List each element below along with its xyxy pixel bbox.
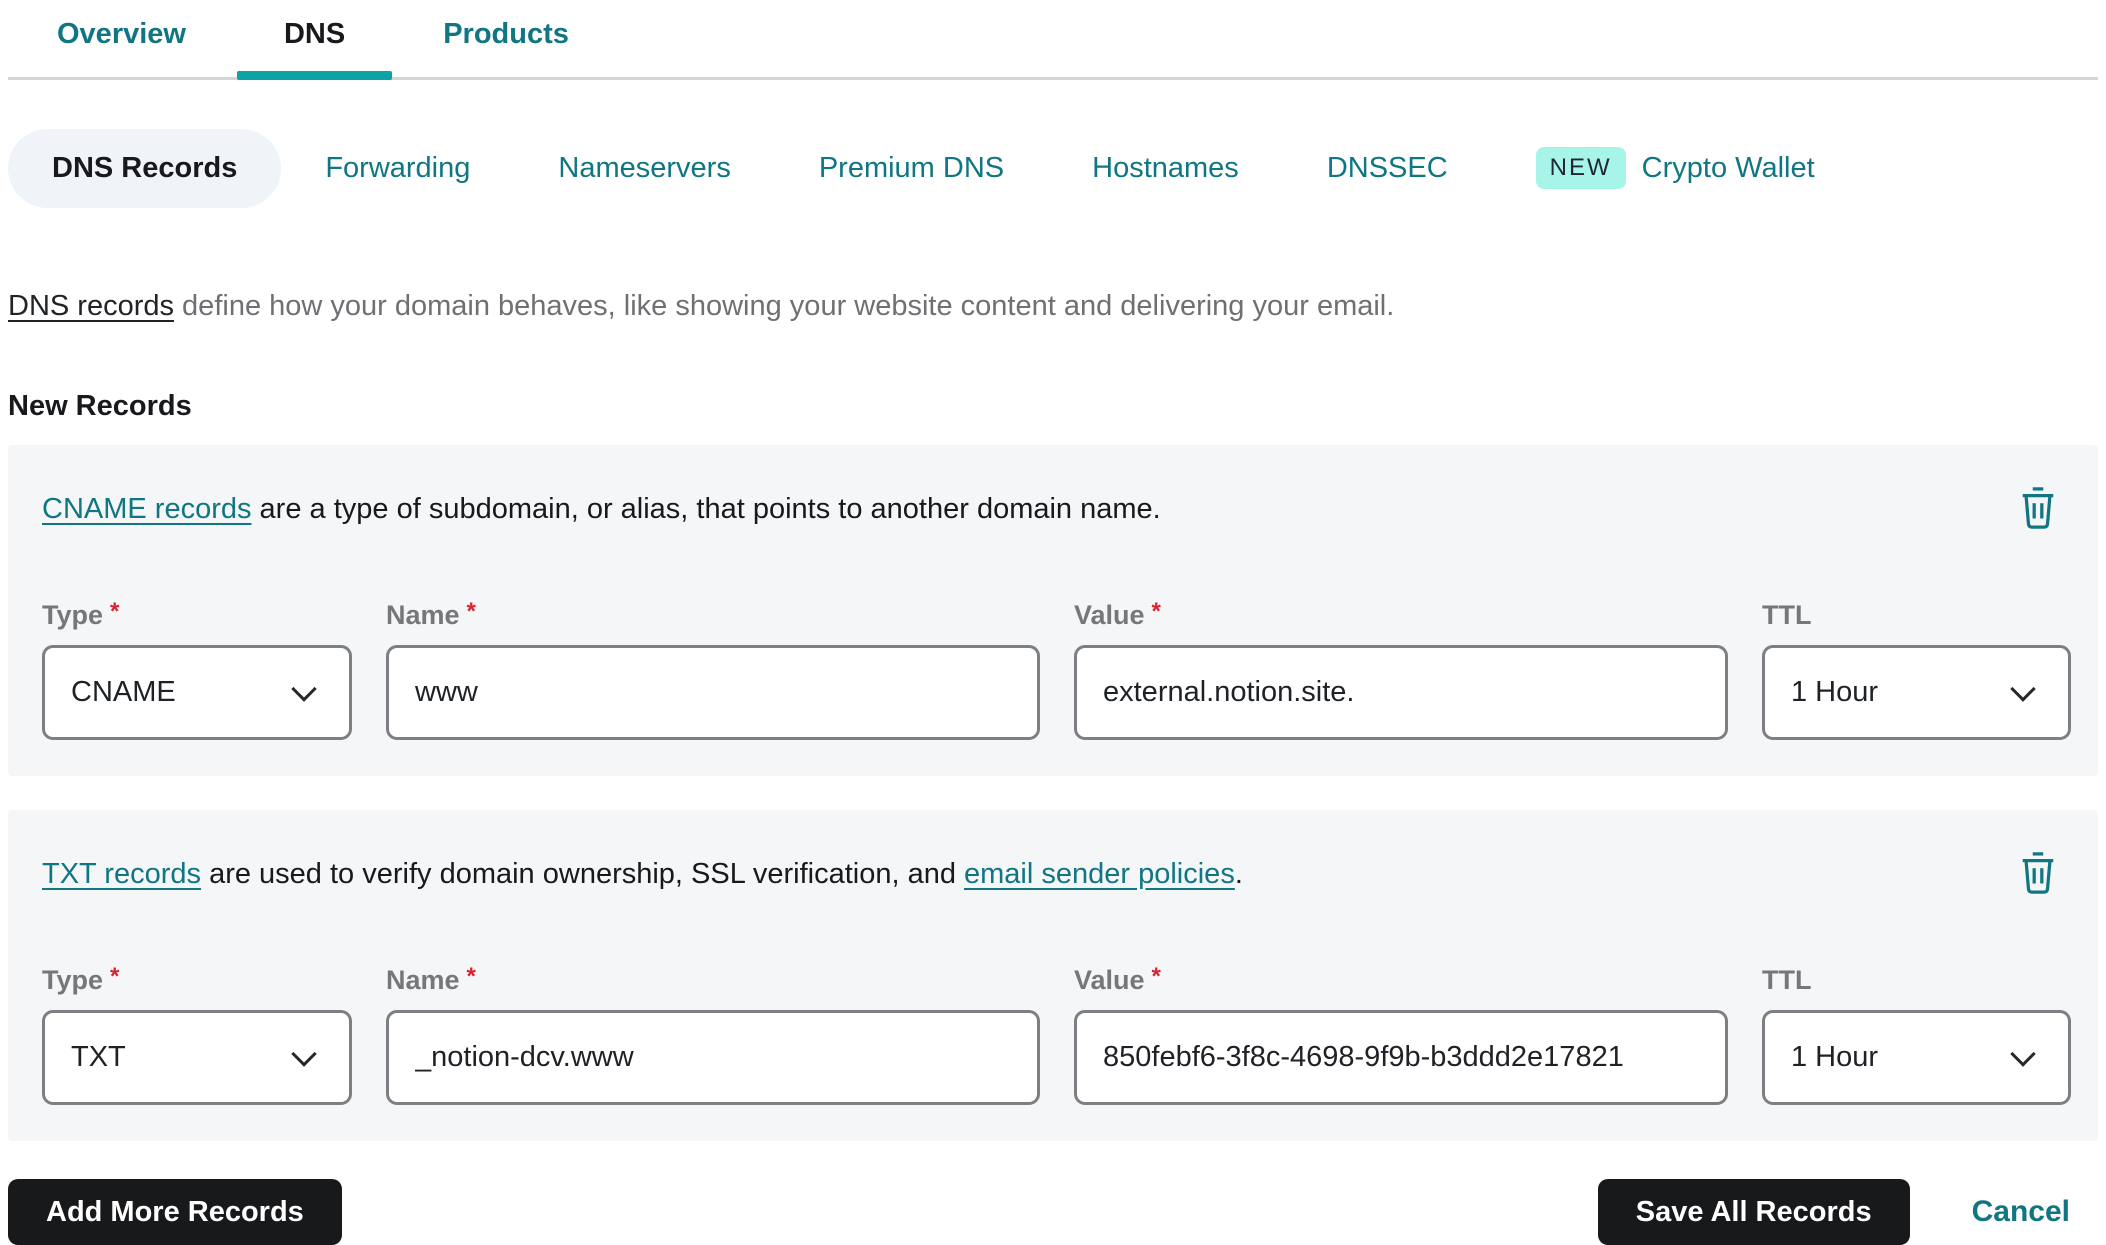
subtab-hostnames[interactable]: Hostnames [1048, 129, 1283, 208]
subtab-forwarding[interactable]: Forwarding [281, 129, 514, 208]
dns-subtabs: DNS Records Forwarding Nameservers Premi… [8, 124, 2098, 212]
save-all-records-button[interactable]: Save All Records [1597, 1179, 1910, 1245]
record-card-cname: CNAME records are a type of subdomain, o… [8, 445, 2098, 776]
required-asterisk: * [466, 598, 476, 625]
new-badge: NEW [1535, 147, 1626, 189]
value-label: Value * [1074, 963, 1161, 995]
field-value: Value * [1074, 963, 1728, 1105]
card-header: TXT records are used to verify domain ow… [42, 844, 2071, 905]
required-asterisk: * [466, 963, 476, 990]
type-label: Type * [42, 598, 120, 630]
ttl-label: TTL [1762, 600, 1812, 630]
name-input[interactable] [386, 1010, 1040, 1105]
cname-records-link[interactable]: CNAME records [42, 493, 252, 525]
intro-text: DNS records define how your domain behav… [8, 286, 2098, 326]
type-select-value: TXT [71, 1041, 126, 1073]
ttl-select-value: 1 Hour [1791, 1041, 1879, 1073]
subtab-dnssec[interactable]: DNSSEC [1283, 129, 1492, 208]
name-label: Name * [386, 963, 476, 995]
required-asterisk: * [1151, 598, 1161, 625]
field-ttl: TTL 1 Hour [1762, 600, 2071, 740]
type-select[interactable]: CNAME [42, 645, 352, 740]
dns-management-page: Overview DNS Products DNS Records Forwar… [8, 0, 2098, 1245]
new-records-heading: New Records [8, 390, 192, 422]
txt-records-link[interactable]: TXT records [42, 858, 201, 890]
email-sender-policies-link[interactable]: email sender policies [964, 858, 1235, 890]
subtab-crypto-wallet-label: Crypto Wallet [1641, 151, 1815, 184]
type-select-value: CNAME [71, 676, 176, 708]
subtab-crypto-wallet[interactable]: NEW Crypto Wallet [1492, 124, 1859, 212]
domain-tabbar: Overview DNS Products [8, 0, 2098, 80]
ttl-select-value: 1 Hour [1791, 676, 1879, 708]
type-label: Type * [42, 963, 120, 995]
required-asterisk: * [110, 598, 120, 625]
footer-right-group: Save All Records Cancel [1597, 1179, 2098, 1245]
field-name: Name * [386, 963, 1040, 1105]
add-more-records-button[interactable]: Add More Records [8, 1179, 342, 1245]
field-name: Name * [386, 598, 1040, 740]
dns-records-link[interactable]: DNS records [8, 290, 174, 322]
cancel-link[interactable]: Cancel [1972, 1195, 2070, 1229]
record-card-txt: TXT records are used to verify domain ow… [8, 810, 2098, 1141]
subtab-premium-dns[interactable]: Premium DNS [775, 129, 1048, 208]
ttl-select[interactable]: 1 Hour [1762, 645, 2071, 740]
tab-dns[interactable]: DNS [235, 0, 394, 80]
footer-actions: Add More Records Save All Records Cancel [8, 1179, 2098, 1245]
chevron-down-icon [2010, 676, 2036, 702]
ttl-select[interactable]: 1 Hour [1762, 1010, 2071, 1105]
subtab-dns-records[interactable]: DNS Records [8, 128, 282, 208]
record-description: CNAME records are a type of subdomain, o… [42, 493, 1161, 525]
record-fields: Type* CNAME Name* Value* TTL 1 Hour [42, 598, 2071, 740]
record-fields: Type* TXT Name* Value* TTL 1 Hour [42, 963, 2071, 1105]
field-value: Value * [1074, 598, 1728, 740]
record-description: TXT records are used to verify domain ow… [42, 858, 1243, 890]
field-type: Type * TXT [42, 963, 352, 1105]
tab-products[interactable]: Products [394, 0, 618, 77]
value-input[interactable] [1074, 645, 1728, 740]
field-ttl: TTL 1 Hour [1762, 965, 2071, 1105]
chevron-down-icon [291, 1041, 317, 1067]
ttl-label: TTL [1762, 965, 1812, 995]
name-input[interactable] [386, 645, 1040, 740]
trash-icon [2022, 487, 2054, 529]
name-label: Name * [386, 598, 476, 630]
subtab-nameservers[interactable]: Nameservers [514, 129, 774, 208]
field-type: Type * CNAME [42, 598, 352, 740]
intro-text-rest: define how your domain behaves, like sho… [174, 290, 1395, 322]
trash-icon [2022, 852, 2054, 894]
card-header: CNAME records are a type of subdomain, o… [42, 479, 2071, 540]
required-asterisk: * [110, 963, 120, 990]
value-input[interactable] [1074, 1010, 1728, 1105]
tab-overview[interactable]: Overview [8, 0, 235, 77]
delete-record-button[interactable] [2011, 479, 2065, 540]
chevron-down-icon [291, 676, 317, 702]
chevron-down-icon [2010, 1041, 2036, 1067]
required-asterisk: * [1151, 963, 1161, 990]
value-label: Value * [1074, 598, 1161, 630]
delete-record-button[interactable] [2011, 844, 2065, 905]
type-select[interactable]: TXT [42, 1010, 352, 1105]
